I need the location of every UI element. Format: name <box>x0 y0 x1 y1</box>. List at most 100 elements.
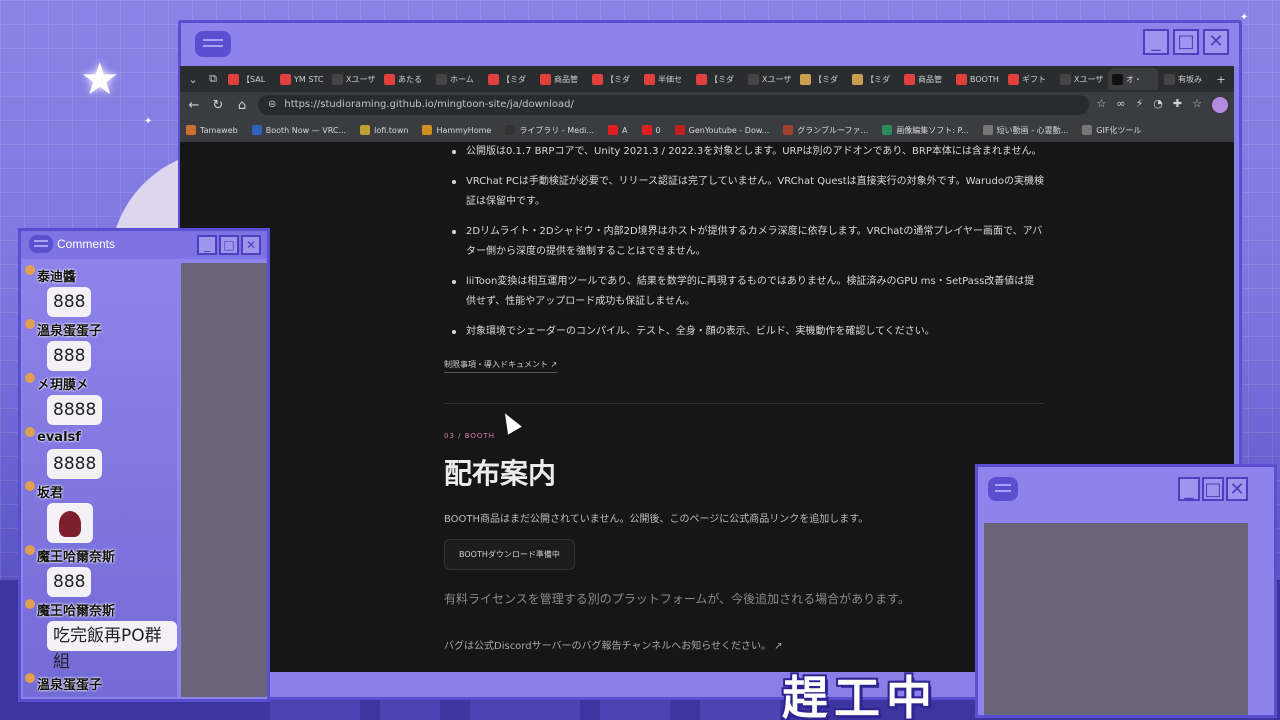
comment-item: 溫泉蛋蛋子 888 <box>25 317 177 371</box>
comment-author-name: 㐅玥膜㐅 <box>37 377 90 393</box>
bookmark-item[interactable]: ライブラリ - Medi... <box>505 125 594 136</box>
browser-tab[interactable]: BOOTH <box>952 68 1002 90</box>
back-icon[interactable]: ← <box>186 98 202 113</box>
bookmark-item[interactable]: GIF化ツール <box>1082 125 1141 136</box>
close-icon[interactable]: ✕ <box>1226 477 1248 501</box>
tab-label: YM STC <box>294 74 324 84</box>
tab-groups-icon[interactable]: ⧉ <box>204 70 222 88</box>
main-window-titlebar: _ □ ✕ <box>181 23 1239 67</box>
bookmark-favicon-icon <box>251 125 262 135</box>
tab-label: 【ミダ <box>710 74 734 84</box>
maximize-icon[interactable]: □ <box>1202 477 1224 501</box>
browser-tab[interactable]: 商品管 <box>536 68 586 90</box>
bookmark-label: Tamaweb <box>200 125 238 135</box>
bookmark-item[interactable]: HammyHome <box>422 125 491 135</box>
bookmark-item[interactable]: Tamaweb <box>186 125 238 135</box>
booth-download-button[interactable]: BOOTHダウンロード準備中 <box>444 539 575 570</box>
home-icon[interactable]: ⌂ <box>234 98 250 113</box>
comment-author-name: 坂君 <box>37 485 64 501</box>
bookmark-item[interactable]: A <box>608 125 628 135</box>
bookmark-label: 画像編集ソフト: P... <box>896 125 969 135</box>
tab-strip: ⌄ ⧉ 【SAL YM STC Xユーザ あたる ホーム 【ミダ 商品管 【ミダ 半価セ 【ミダ X… <box>180 66 1234 92</box>
maximize-icon[interactable]: □ <box>219 235 239 255</box>
user-badge-icon <box>25 599 35 609</box>
browser-tab[interactable]: 【SAL <box>224 68 274 90</box>
tab-label: 【SAL <box>242 74 266 84</box>
extension-icon[interactable]: ◔ <box>1153 97 1163 113</box>
bookmark-label: 短い動画 - 心霊動... <box>996 125 1069 135</box>
window-controls: _ □ ✕ <box>1143 29 1229 55</box>
comment-sticker-image <box>47 503 93 543</box>
browser-tab[interactable]: Xユーザ <box>744 68 794 90</box>
bookmark-favicon-icon <box>674 125 685 135</box>
bookmark-item[interactable]: 画像編集ソフト: P... <box>882 125 969 136</box>
comment-author-name: 泰迪醬 <box>37 269 77 285</box>
browser-tab[interactable]: 商品管 <box>900 68 950 90</box>
comment-author: 溫泉蛋蛋子 <box>25 671 177 695</box>
comment-item: 㐅玥膜㐅 8888 <box>25 371 177 425</box>
tab-favicon-icon <box>332 73 343 85</box>
limits-doc-link[interactable]: 制限事項・導入ドキュメント ↗ <box>444 359 558 373</box>
browser-tab[interactable]: 【ミダ <box>692 68 742 90</box>
puzzle-icon[interactable]: ✚ <box>1173 97 1182 113</box>
bookmark-item[interactable]: GenYoutube - Dow... <box>674 125 769 135</box>
tab-list-icon[interactable]: ⌄ <box>184 70 202 88</box>
tab-label: 商品管 <box>554 74 578 84</box>
tab-favicon-icon <box>800 73 811 85</box>
secondary-window-content <box>984 523 1248 715</box>
bookmark-label: Booth Now — VRC... <box>265 125 347 135</box>
browser-tab[interactable]: あたる <box>380 68 430 90</box>
site-info-icon[interactable]: ⊜ <box>268 95 276 115</box>
bookmark-item[interactable]: lofi.town <box>360 125 408 135</box>
browser-tab[interactable]: 【ミダ <box>848 68 898 90</box>
bookmark-item[interactable]: 0 <box>641 125 661 135</box>
tab-favicon-icon <box>904 73 915 85</box>
comment-author: 魔王哈爾奈斯 <box>25 543 177 567</box>
bookmark-star-icon[interactable]: ☆ <box>1097 97 1107 113</box>
user-badge-icon <box>25 481 35 491</box>
bookmark-item[interactable]: Booth Now — VRC... <box>251 125 347 135</box>
profile-avatar[interactable] <box>1212 97 1228 113</box>
close-icon[interactable]: ✕ <box>241 235 261 255</box>
bookmark-favicon-icon <box>360 125 371 135</box>
comment-author-name: evalsf <box>37 429 81 445</box>
minimize-icon[interactable]: _ <box>1178 477 1200 501</box>
close-icon[interactable]: ✕ <box>1203 29 1229 55</box>
tab-label: オ・ <box>1126 74 1142 84</box>
comment-item: evalsf 8888 <box>25 425 177 479</box>
browser-tab[interactable]: 【ミダ <box>796 68 846 90</box>
extension-icon[interactable]: ⚡ <box>1136 97 1144 113</box>
browser-tab[interactable]: 有坂み <box>1160 68 1210 90</box>
browser-tab[interactable]: YM STC <box>276 68 326 90</box>
minimize-icon[interactable]: _ <box>1143 29 1169 55</box>
browser-tab[interactable]: オ・ <box>1108 68 1158 90</box>
new-tab-icon[interactable]: + <box>1212 70 1230 88</box>
comment-message: 吃完飯再PO群組 <box>47 621 177 672</box>
discord-link[interactable]: バグは公式Discordサーバーのバグ報告チャンネルへお知らせください。 ↗ <box>444 637 1044 652</box>
minimize-icon[interactable]: _ <box>197 235 217 255</box>
bookmark-item[interactable]: 短い動画 - 心霊動... <box>982 125 1069 136</box>
reload-icon[interactable]: ↻ <box>210 98 226 113</box>
url-field[interactable]: ⊜ https://studioraming.github.io/mingtoon… <box>258 95 1089 115</box>
favorites-icon[interactable]: ☆ <box>1192 97 1202 113</box>
extension-icon[interactable]: ∞ <box>1116 97 1125 113</box>
browser-tab[interactable]: ホーム <box>432 68 482 90</box>
tab-label: Xユーザ <box>762 74 792 84</box>
browser-tab[interactable]: 半価セ <box>640 68 690 90</box>
tab-favicon-icon <box>852 73 863 85</box>
browser-tab[interactable]: Xユーザ <box>1056 68 1106 90</box>
browser-tab[interactable]: ギフト <box>1004 68 1054 90</box>
comment-author: 溫泉蛋蛋子 <box>25 317 177 341</box>
maximize-icon[interactable]: □ <box>1173 29 1199 55</box>
bookmark-favicon-icon <box>608 125 619 135</box>
tab-label: Xユーザ <box>1074 74 1104 84</box>
browser-tab[interactable]: 【ミダ <box>588 68 638 90</box>
comment-item: 泰迪醬 888 <box>25 263 177 317</box>
browser-tab[interactable]: 【ミダ <box>484 68 534 90</box>
bookmark-favicon-icon <box>982 125 993 135</box>
bookmark-label: ライブラリ - Medi... <box>519 125 595 135</box>
browser-tab[interactable]: Xユーザ <box>328 68 378 90</box>
user-badge-icon <box>25 427 35 437</box>
bookmark-item[interactable]: グランブルーファ... <box>783 125 868 136</box>
comment-author: 魔王哈爾奈斯 <box>25 597 177 621</box>
